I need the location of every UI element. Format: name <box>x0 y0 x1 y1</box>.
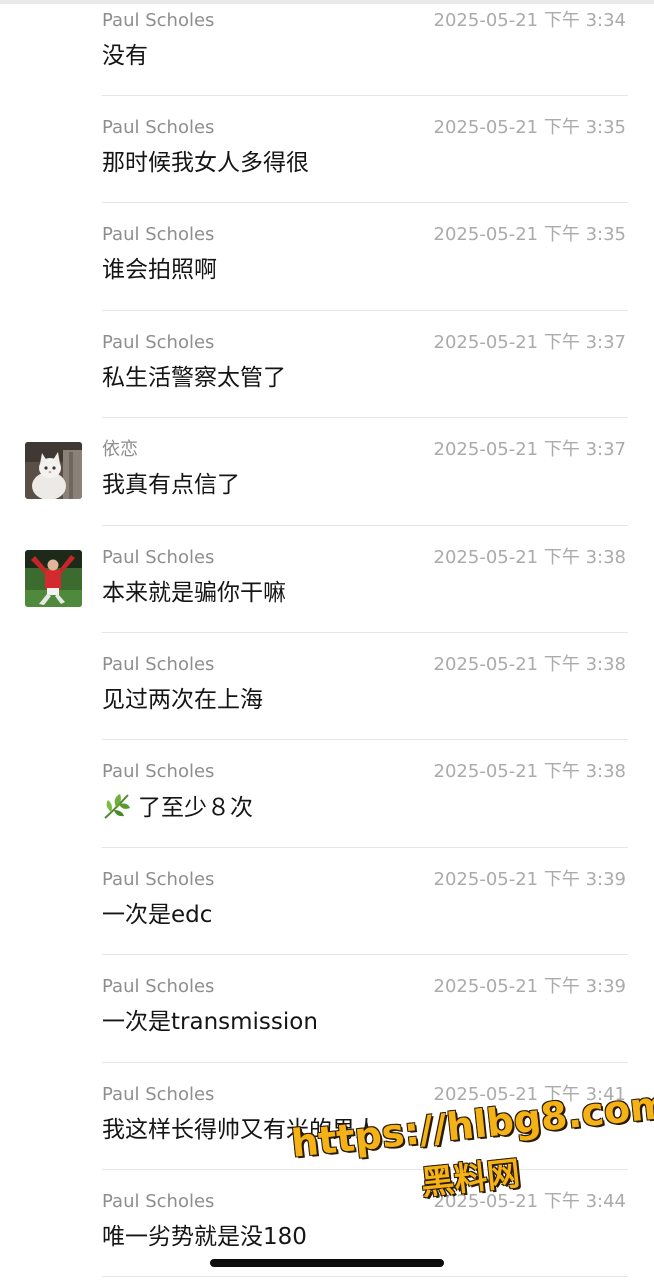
cat-avatar-image <box>25 442 82 500</box>
message-row[interactable]: Paul Scholes 2025-05-21 下午 3:39 一次是edc <box>0 848 654 956</box>
message-row[interactable]: Paul Scholes 2025-05-21 下午 3:38 了至少８次 <box>0 740 654 848</box>
message-text[interactable]: 唯一劣势就是没180 <box>102 1222 307 1252</box>
message-row[interactable]: Paul Scholes 2025-05-21 下午 3:35 那时候我女人多得… <box>0 96 654 204</box>
sender-name: Paul Scholes <box>102 546 215 568</box>
timestamp: 2025-05-21 下午 3:38 <box>433 761 626 783</box>
footballer-avatar[interactable] <box>25 549 82 607</box>
message-text[interactable]: 私生活警察太管了 <box>102 363 286 393</box>
footballer-avatar-image <box>25 549 82 607</box>
message-row[interactable]: Paul Scholes 2025-05-21 下午 3:34 没有 <box>0 0 654 96</box>
timestamp: 2025-05-21 下午 3:39 <box>433 868 626 890</box>
timestamp: 2025-05-21 下午 3:35 <box>433 224 626 246</box>
timestamp: 2025-05-21 下午 3:41 <box>433 1083 626 1105</box>
timestamp: 2025-05-21 下午 3:38 <box>433 546 626 568</box>
sender-name: Paul Scholes <box>102 331 215 353</box>
divider <box>102 1276 628 1278</box>
message-row[interactable]: 依恋 2025-05-21 下午 3:37 我真有点信了 <box>0 418 654 526</box>
message-text[interactable]: 我这样长得帅又有米的男人 <box>102 1115 378 1145</box>
message-row[interactable]: Paul Scholes 2025-05-21 下午 3:39 一次是trans… <box>0 955 654 1063</box>
message-text[interactable]: 没有 <box>102 41 148 71</box>
timestamp: 2025-05-21 下午 3:39 <box>433 976 626 998</box>
sender-name: Paul Scholes <box>102 10 215 31</box>
message-row[interactable]: Paul Scholes 2025-05-21 下午 3:37 私生活警察太管了 <box>0 311 654 419</box>
message-list[interactable]: Paul Scholes 2025-05-21 下午 3:34 没有 Paul … <box>0 0 654 1278</box>
message-text[interactable]: 我真有点信了 <box>102 470 240 500</box>
message-row[interactable]: Paul Scholes 2025-05-21 下午 3:35 谁会拍照啊 <box>0 203 654 311</box>
sender-name: Paul Scholes <box>102 761 215 783</box>
timestamp: 2025-05-21 下午 3:38 <box>433 653 626 675</box>
message-text[interactable]: 一次是transmission <box>102 1007 318 1037</box>
timestamp: 2025-05-21 下午 3:35 <box>433 117 626 138</box>
sender-name: Paul Scholes <box>102 117 215 138</box>
message-text[interactable]: 谁会拍照啊 <box>102 255 217 285</box>
sender-name: Paul Scholes <box>102 976 215 998</box>
sender-name: Paul Scholes <box>102 653 215 675</box>
sender-name: Paul Scholes <box>102 224 215 246</box>
timestamp: 2025-05-21 下午 3:34 <box>433 10 626 31</box>
sender-name: 依恋 <box>102 439 138 461</box>
sender-name: Paul Scholes <box>102 868 215 890</box>
timestamp: 2025-05-21 下午 3:37 <box>433 331 626 353</box>
sender-name: Paul Scholes <box>102 1190 215 1212</box>
message-text[interactable]: 本来就是骗你干嘛 <box>102 578 286 608</box>
message-row[interactable]: Paul Scholes 2025-05-21 下午 3:38 见过两次在上海 <box>0 633 654 741</box>
message-text[interactable]: 一次是edc <box>102 900 212 930</box>
sender-name: Paul Scholes <box>102 1083 215 1105</box>
message-text: 了至少８次 <box>138 795 253 822</box>
message-row[interactable]: Paul Scholes 2025-05-21 下午 3:41 我这样长得帅又有… <box>0 1063 654 1170</box>
home-indicator[interactable] <box>210 1259 444 1267</box>
timestamp: 2025-05-21 下午 3:37 <box>433 439 626 461</box>
message-row[interactable]: Paul Scholes 2025-05-21 下午 3:38 本来就是骗你干嘛 <box>0 526 654 633</box>
cat-avatar[interactable] <box>25 442 82 500</box>
message-text[interactable]: 见过两次在上海 <box>102 685 263 715</box>
timestamp: 2025-05-21 下午 3:44 <box>433 1190 626 1212</box>
herb-icon <box>104 794 130 820</box>
message-text-with-emoji[interactable]: 了至少８次 <box>102 792 253 823</box>
message-text[interactable]: 那时候我女人多得很 <box>102 148 309 178</box>
